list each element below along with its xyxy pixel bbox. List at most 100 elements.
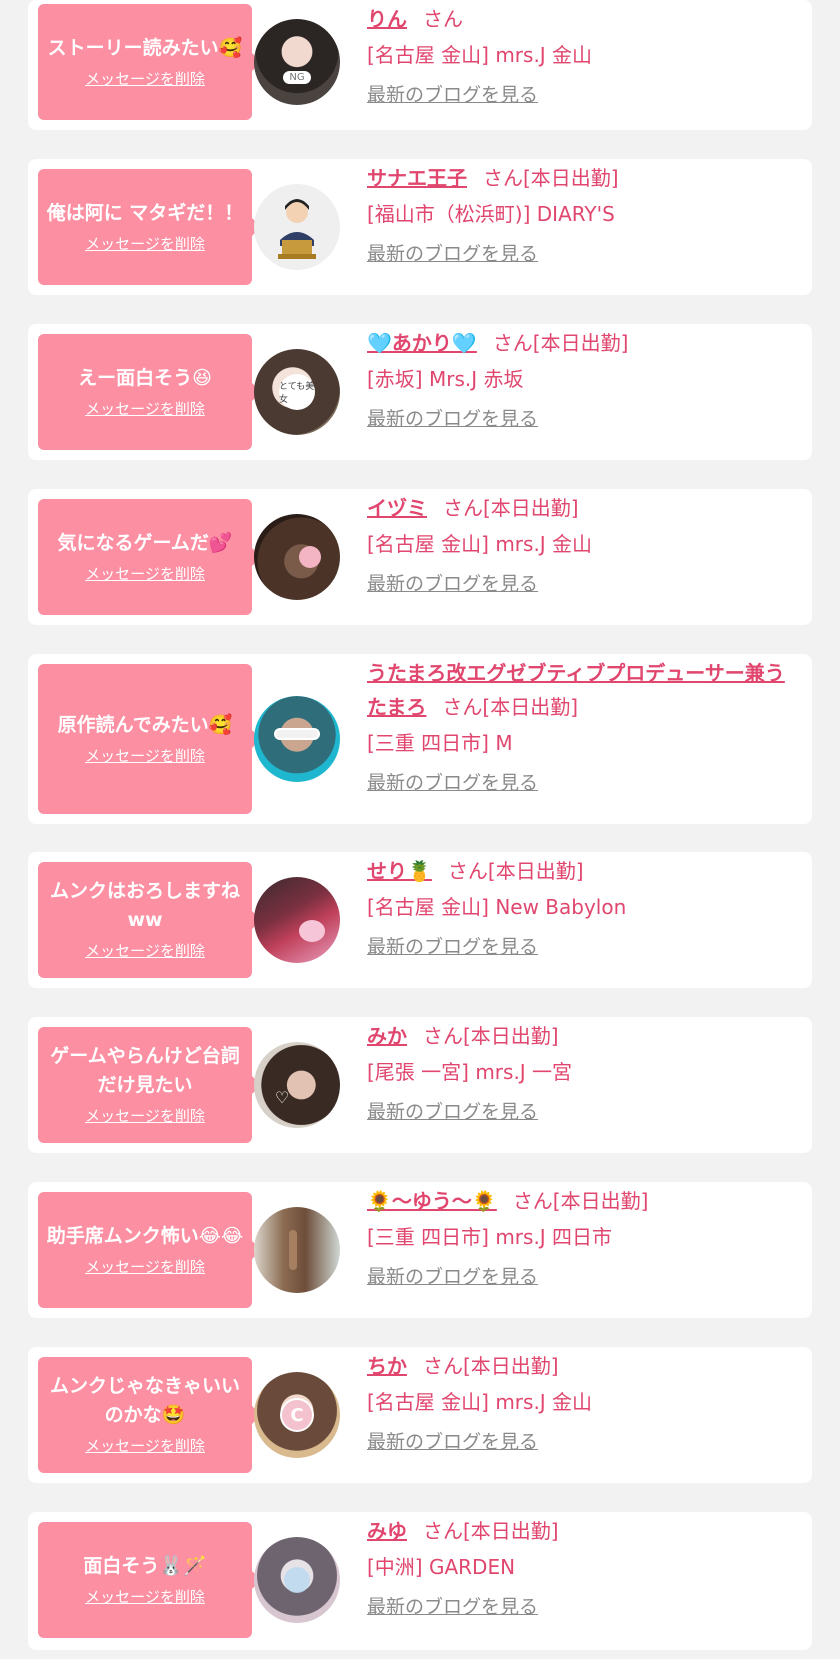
delete-message-link[interactable]: メッセージを削除: [85, 1257, 205, 1277]
latest-blog-link[interactable]: 最新のブログを見る: [367, 82, 538, 108]
name-line: みゆ さん[本日出勤]: [367, 1514, 794, 1548]
message-text: えー面白そう😆: [78, 366, 212, 389]
name-suffix: さん[本日出勤]: [483, 166, 619, 190]
message-bubble: 俺は阿に マタギだ！！ メッセージを削除: [38, 169, 261, 285]
photo-woman-c-sticker-icon: C: [280, 1398, 314, 1432]
photo-woman-stickers-icon: ♡: [274, 1087, 290, 1107]
delete-message-link[interactable]: メッセージを削除: [85, 564, 205, 584]
message-bubble: 原作読んでみたい🥰 メッセージを削除: [38, 664, 261, 814]
message-card: ムンクじゃなきゃいいのかな🤩 メッセージを削除 C ちか さん[本日出勤] [名古…: [28, 1347, 812, 1483]
message-card: ストーリー読みたい🥰 メッセージを削除 NG りん さん [名古屋 金山] mrs…: [28, 0, 812, 130]
avatar[interactable]: [254, 1537, 340, 1623]
photo-hair-back-icon: [299, 546, 321, 568]
latest-blog-link[interactable]: 最新のブログを見る: [367, 241, 538, 267]
message-bubble: ストーリー読みたい🥰 メッセージを削除: [38, 4, 261, 120]
latest-blog-link[interactable]: 最新のブログを見る: [367, 571, 538, 597]
photo-braided-hair-icon: [289, 1230, 297, 1270]
entry-info: 🩵あかり🩵 さん[本日出勤] [赤坂] Mrs.J 赤坂 最新のブログを見る: [367, 326, 794, 432]
delete-message-link[interactable]: メッセージを削除: [85, 234, 205, 254]
name-suffix: さん: [423, 7, 463, 31]
message-card: ゲームやらんけど台詞だけ見たい メッセージを削除 ♡ みか さん[本日出勤] [尾…: [28, 1017, 812, 1153]
message-card: 俺は阿に マタギだ！！ メッセージを削除 サナエ王子 さん[本日出勤] [福山市（…: [28, 159, 812, 295]
entry-info: うたまろ改エグゼブティブプロデューサー兼うたまろ さん[本日出勤] [三重 四日市…: [367, 656, 794, 796]
message-text: ムンクはおろしますねww: [49, 880, 240, 931]
shop-name: [福山市（松浜町)] DIARY'S: [367, 202, 615, 226]
message-card: 気になるゲームだ💕 メッセージを削除 イヅミ さん[本日出勤] [名古屋 金山] …: [28, 489, 812, 625]
latest-blog-link[interactable]: 最新のブログを見る: [367, 934, 538, 960]
delete-message-link[interactable]: メッセージを削除: [85, 69, 205, 89]
profile-name-link[interactable]: 🌻〜ゆう〜🌻: [367, 1189, 497, 1213]
photo-woman-sunglasses-icon: [274, 728, 320, 740]
name-line: うたまろ改エグゼブティブプロデューサー兼うたまろ さん[本日出勤]: [367, 656, 794, 724]
message-text: 気になるゲームだ💕: [57, 531, 233, 554]
latest-blog-link[interactable]: 最新のブログを見る: [367, 1264, 538, 1290]
avatar[interactable]: [254, 184, 340, 270]
entry-info: イヅミ さん[本日出勤] [名古屋 金山] mrs.J 金山 最新のブログを見る: [367, 491, 794, 597]
message-bubble: ゲームやらんけど台詞だけ見たい メッセージを削除: [38, 1027, 261, 1143]
avatar[interactable]: [254, 696, 340, 782]
name-line: イヅミ さん[本日出勤]: [367, 491, 794, 525]
shop-name: [名古屋 金山] mrs.J 金山: [367, 1390, 593, 1414]
name-suffix: さん[本日出勤]: [443, 496, 579, 520]
shop-name: [名古屋 金山] mrs.J 金山: [367, 43, 593, 67]
name-suffix: さん[本日出勤]: [442, 695, 579, 719]
latest-blog-link[interactable]: 最新のブログを見る: [367, 1429, 538, 1455]
profile-name-link[interactable]: りん: [367, 7, 407, 31]
name-suffix: さん[本日出勤]: [423, 1519, 559, 1543]
message-text: 原作読んでみたい🥰: [57, 713, 233, 736]
profile-name-link[interactable]: みゆ: [367, 1519, 407, 1543]
profile-name-link[interactable]: ちか: [367, 1354, 407, 1378]
message-card: 助手席ムンク怖い😂😂 メッセージを削除 🌻〜ゆう〜🌻 さん[本日出勤] [三重 四…: [28, 1182, 812, 1318]
delete-message-link[interactable]: メッセージを削除: [85, 399, 205, 419]
message-bubble: 面白そう🐰🪄 メッセージを削除: [38, 1522, 261, 1638]
entry-info: りん さん [名古屋 金山] mrs.J 金山 最新のブログを見る: [367, 2, 794, 108]
entry-info: ちか さん[本日出勤] [名古屋 金山] mrs.J 金山 最新のブログを見る: [367, 1349, 794, 1455]
name-line: 🌻〜ゆう〜🌻 さん[本日出勤]: [367, 1184, 794, 1218]
profile-name-link[interactable]: サナエ王子: [367, 166, 467, 190]
message-bubble: ムンクじゃなきゃいいのかな🤩 メッセージを削除: [38, 1357, 261, 1473]
delete-message-link[interactable]: メッセージを削除: [85, 1587, 205, 1607]
avatar[interactable]: C: [254, 1372, 340, 1458]
shop-name: [三重 四日市] M: [367, 731, 513, 755]
latest-blog-link[interactable]: 最新のブログを見る: [367, 770, 538, 796]
profile-name-link[interactable]: せり🍍: [367, 859, 432, 883]
profile-name-link[interactable]: イヅミ: [367, 496, 427, 520]
latest-blog-link[interactable]: 最新のブログを見る: [367, 1594, 538, 1620]
message-card: 原作読んでみたい🥰 メッセージを削除 うたまろ改エグゼブティブプロデューサー兼う…: [28, 654, 812, 824]
name-suffix: さん[本日出勤]: [512, 1189, 649, 1213]
photo-woman-sticker-icon: とても美女: [279, 374, 315, 410]
name-suffix: さん[本日出勤]: [447, 859, 584, 883]
avatar[interactable]: NG: [254, 19, 340, 105]
message-bubble: ムンクはおろしますねww メッセージを削除: [38, 862, 261, 978]
latest-blog-link[interactable]: 最新のブログを見る: [367, 1099, 538, 1125]
avatar[interactable]: [254, 514, 340, 600]
message-text: ゲームやらんけど台詞だけ見たい: [50, 1045, 240, 1096]
entry-info: せり🍍 さん[本日出勤] [名古屋 金山] New Babylon 最新のブログを…: [367, 854, 794, 960]
delete-message-link[interactable]: メッセージを削除: [85, 1436, 205, 1456]
message-text: 助手席ムンク怖い😂😂: [46, 1224, 244, 1247]
name-line: ちか さん[本日出勤]: [367, 1349, 794, 1383]
delete-message-link[interactable]: メッセージを削除: [85, 941, 205, 961]
photo-red-hair-icon: [299, 920, 325, 942]
delete-message-link[interactable]: メッセージを削除: [85, 746, 205, 766]
avatar[interactable]: [254, 877, 340, 963]
avatar[interactable]: [254, 1207, 340, 1293]
message-card: ムンクはおろしますねww メッセージを削除 せり🍍 さん[本日出勤] [名古屋 金…: [28, 852, 812, 988]
profile-name-link[interactable]: みか: [367, 1024, 407, 1048]
message-text: ムンクじゃなきゃいいのかな🤩: [49, 1375, 240, 1426]
avatar[interactable]: とても美女: [254, 349, 340, 435]
delete-message-link[interactable]: メッセージを削除: [85, 1106, 205, 1126]
avatar[interactable]: ♡: [254, 1042, 340, 1128]
shop-name: [名古屋 金山] mrs.J 金山: [367, 532, 593, 556]
photo-woman-masked-icon: NG: [283, 70, 311, 84]
message-text: ストーリー読みたい🥰: [47, 36, 243, 59]
entry-info: サナエ王子 さん[本日出勤] [福山市（松浜町)] DIARY'S 最新のブログを…: [367, 161, 794, 267]
latest-blog-link[interactable]: 最新のブログを見る: [367, 406, 538, 432]
name-line: みか さん[本日出勤]: [367, 1019, 794, 1053]
message-text: 俺は阿に マタギだ！！: [46, 201, 244, 224]
name-line: サナエ王子 さん[本日出勤]: [367, 161, 794, 195]
message-card: 面白そう🐰🪄 メッセージを削除 みゆ さん[本日出勤] [中洲] GARDEN 最…: [28, 1512, 812, 1650]
profile-name-link[interactable]: 🩵あかり🩵: [367, 331, 477, 355]
shop-name: [名古屋 金山] New Babylon: [367, 895, 627, 919]
name-line: せり🍍 さん[本日出勤]: [367, 854, 794, 888]
